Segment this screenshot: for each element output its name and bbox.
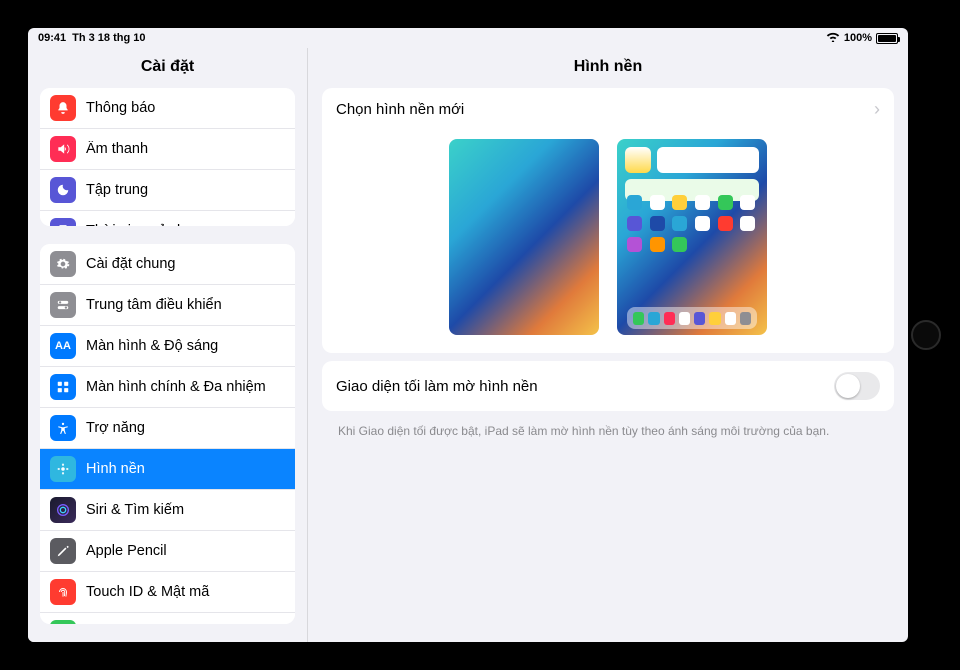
dim-footer-note: Khi Giao diện tối được bật, iPad sẽ làm …: [322, 419, 894, 439]
sidebar-item-notifications[interactable]: Thông báo: [40, 88, 295, 128]
speaker-icon: [50, 136, 76, 162]
battery-percent: 100%: [844, 32, 872, 44]
choose-wallpaper-card: Chọn hình nền mới ›: [322, 88, 894, 353]
status-bar: 09:41 Th 3 18 thg 10 100%: [28, 28, 908, 48]
choose-wallpaper-row[interactable]: Chọn hình nền mới ›: [322, 88, 894, 131]
wallpaper-previews: [322, 131, 894, 353]
label: Thời gian sử dụng: [86, 223, 285, 226]
sidebar-group-2: Cài đặt chung Trung tâm điều khiển AA Mà…: [40, 244, 295, 624]
label: Màn hình chính & Đa nhiệm: [86, 379, 285, 395]
dim-label: Giao diện tối làm mờ hình nền: [336, 378, 538, 395]
status-date: Th 3 18 thg 10: [72, 32, 145, 44]
sidebar-item-home-screen[interactable]: Màn hình chính & Đa nhiệm: [40, 366, 295, 407]
lock-screen-preview[interactable]: [449, 139, 599, 335]
hourglass-icon: [50, 218, 76, 226]
sidebar-item-battery[interactable]: Pin: [40, 612, 295, 624]
detail-pane: Hình nền Chọn hình nền mới ›: [308, 48, 908, 642]
battery-icon: [876, 33, 898, 44]
chevron-right-icon: ›: [874, 99, 880, 120]
sidebar-item-siri[interactable]: Siri & Tìm kiếm: [40, 489, 295, 530]
dim-toggle[interactable]: [834, 372, 880, 400]
label: Apple Pencil: [86, 543, 285, 559]
bell-icon: [50, 95, 76, 121]
label: Cài đặt chung: [86, 256, 285, 272]
choose-wallpaper-label: Chọn hình nền mới: [336, 101, 464, 118]
home-screen-preview[interactable]: [617, 139, 767, 335]
wallpaper-icon: [50, 456, 76, 482]
label: Touch ID & Mật mã: [86, 584, 285, 600]
label: Siri & Tìm kiếm: [86, 502, 285, 518]
grid-icon: [50, 374, 76, 400]
label: Màn hình & Độ sáng: [86, 338, 285, 354]
label: Trung tâm điều khiển: [86, 297, 285, 313]
sidebar-item-general[interactable]: Cài đặt chung: [40, 244, 295, 284]
dim-card: Giao diện tối làm mờ hình nền: [322, 361, 894, 411]
sidebar-item-wallpaper[interactable]: Hình nền: [40, 448, 295, 489]
sidebar-title: Cài đặt: [28, 48, 307, 88]
pencil-icon: [50, 538, 76, 564]
sidebar-item-touch-id[interactable]: Touch ID & Mật mã: [40, 571, 295, 612]
sidebar-item-focus[interactable]: Tập trung: [40, 169, 295, 210]
label: Âm thanh: [86, 141, 285, 157]
screen: 09:41 Th 3 18 thg 10 100% Cài đặt Thông …: [28, 28, 908, 642]
label: Thông báo: [86, 100, 285, 116]
label: Hình nền: [86, 461, 285, 477]
sidebar-item-accessibility[interactable]: Trợ năng: [40, 407, 295, 448]
label: Tập trung: [86, 182, 285, 198]
text-size-icon: AA: [50, 333, 76, 359]
sidebar-item-screen-time[interactable]: Thời gian sử dụng: [40, 210, 295, 226]
dim-row: Giao diện tối làm mờ hình nền: [322, 361, 894, 411]
sidebar-group-1: Thông báo Âm thanh Tập trung Thời gian s…: [40, 88, 295, 226]
battery-icon-row: [50, 620, 76, 624]
status-time: 09:41: [38, 32, 66, 44]
gear-icon: [50, 251, 76, 277]
switches-icon: [50, 292, 76, 318]
settings-sidebar: Cài đặt Thông báo Âm thanh Tập trung: [28, 48, 308, 642]
accessibility-icon: [50, 415, 76, 441]
moon-icon: [50, 177, 76, 203]
ipad-frame: 09:41 Th 3 18 thg 10 100% Cài đặt Thông …: [0, 0, 960, 670]
sidebar-item-sounds[interactable]: Âm thanh: [40, 128, 295, 169]
sidebar-item-display[interactable]: AA Màn hình & Độ sáng: [40, 325, 295, 366]
wifi-icon: [826, 31, 840, 45]
sidebar-item-pencil[interactable]: Apple Pencil: [40, 530, 295, 571]
label: Trợ năng: [86, 420, 285, 436]
fingerprint-icon: [50, 579, 76, 605]
siri-icon: [50, 497, 76, 523]
home-button[interactable]: [911, 320, 941, 350]
sidebar-item-control-center[interactable]: Trung tâm điều khiển: [40, 284, 295, 325]
detail-title: Hình nền: [308, 48, 908, 88]
